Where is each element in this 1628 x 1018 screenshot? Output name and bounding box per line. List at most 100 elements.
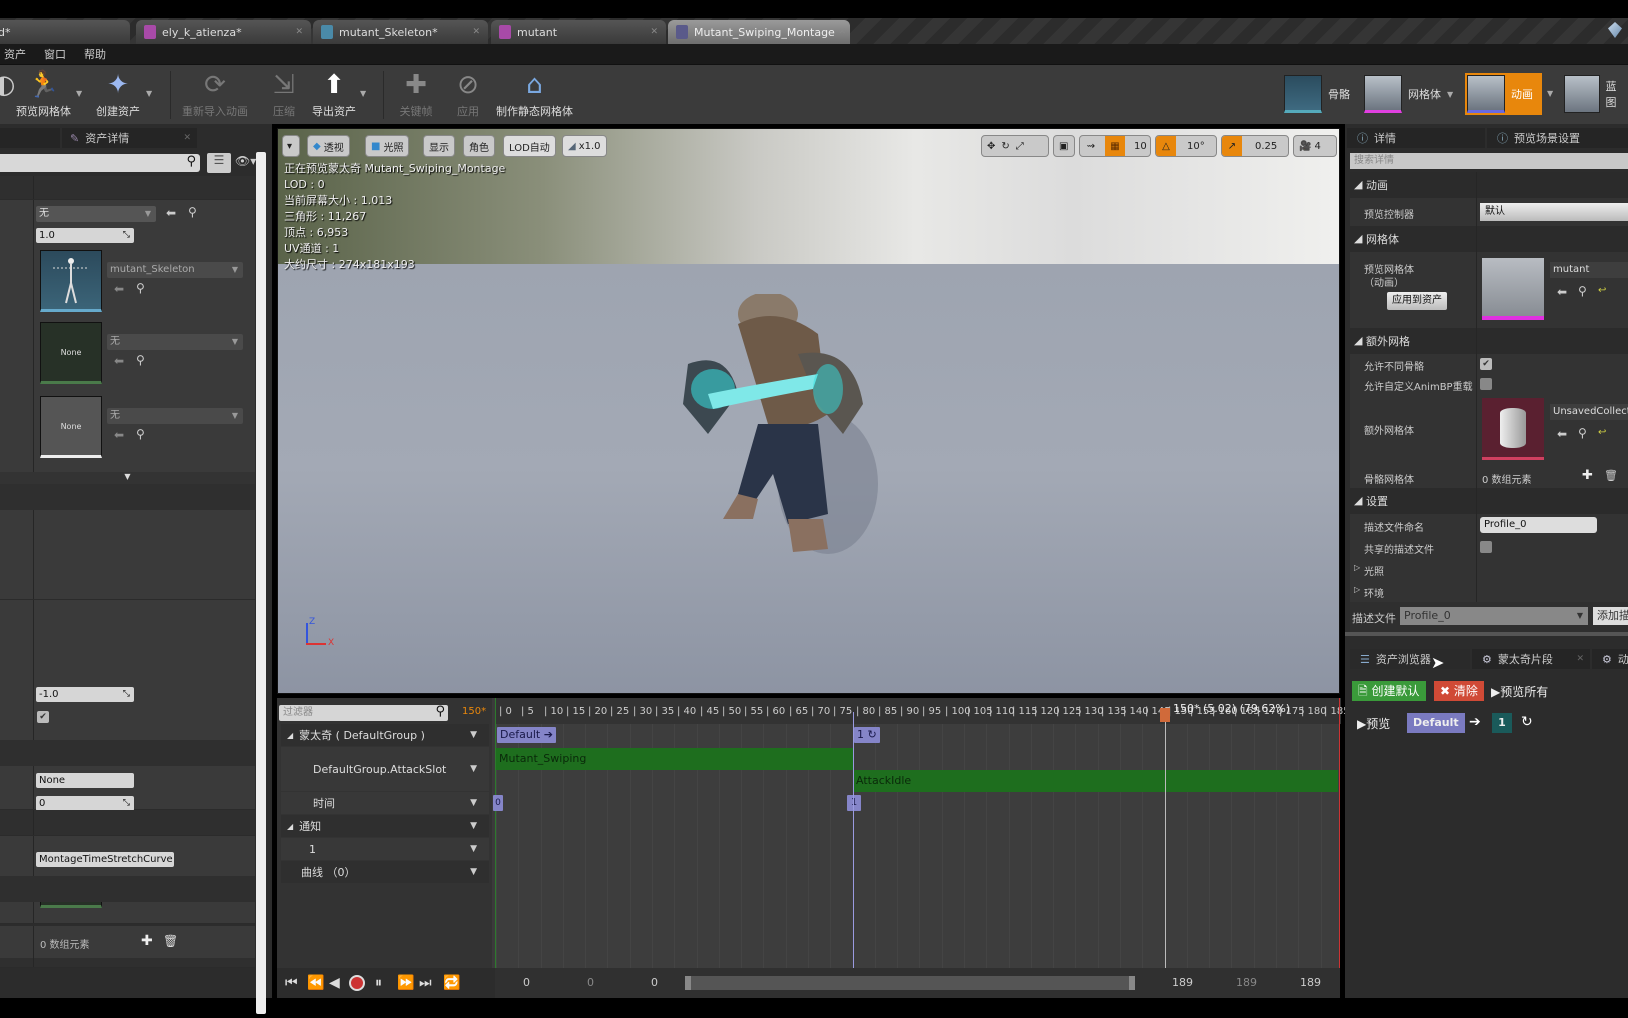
use-selected-arrow-icon[interactable]: ⬅	[1557, 427, 1567, 441]
playback-speed-button[interactable]: ◢ x1.0	[562, 135, 607, 157]
apply-to-asset-button[interactable]: 应用到资产	[1387, 292, 1447, 310]
profile-name-field[interactable]: Profile_0	[1480, 517, 1597, 533]
eye-visibility-icon[interactable]: 👁▾	[235, 154, 256, 168]
category-lighting[interactable]: ▷ 光照	[1350, 558, 1628, 580]
character-button[interactable]: 角色	[463, 135, 495, 157]
make-static-mesh-button[interactable]: ⌂ 制作静态网格体	[496, 67, 573, 119]
extra-mesh-thumbnail[interactable]	[1482, 398, 1544, 460]
rotate-icon[interactable]: ↻	[1001, 141, 1009, 152]
rotation-snap-value[interactable]: 10°	[1179, 141, 1205, 152]
chevron-down-icon[interactable]: ▼	[470, 764, 477, 774]
browse-search-icon[interactable]: ⚲	[1578, 284, 1587, 298]
track-row-slot[interactable]: DefaultGroup.AttackSlot ▼	[281, 747, 489, 791]
scale-icon[interactable]: ⤢	[1016, 141, 1024, 152]
show-button[interactable]: 显示	[423, 135, 455, 157]
view-range-slider[interactable]	[685, 976, 1135, 990]
step-back-icon[interactable]: ⏪	[307, 975, 324, 991]
coordinate-space-button[interactable]: ▣	[1053, 135, 1075, 157]
tab-asset-details[interactable]: ✎ 资产详情 ✕	[62, 128, 197, 148]
chevron-down-icon[interactable]: ▼	[76, 89, 82, 98]
view-end-value[interactable]: 189	[1236, 976, 1257, 989]
chevron-down-icon[interactable]: ▼	[146, 89, 152, 98]
details-search-input[interactable]: ⚲	[0, 154, 200, 172]
doc-tab-level[interactable]: d*	[0, 20, 130, 44]
scale-snap-icon[interactable]: ↗	[1222, 136, 1242, 156]
playhead-handle[interactable]	[1160, 708, 1170, 722]
apply-button[interactable]: ⊘ 应用	[450, 67, 486, 119]
montage-segment[interactable]: AttackIdle	[853, 770, 1338, 792]
reset-to-default-icon[interactable]: ↩	[1598, 285, 1606, 296]
chevron-down-icon[interactable]: ▼	[470, 867, 477, 877]
add-element-icon[interactable]: ✚	[141, 933, 153, 949]
preview-controller-combo[interactable]: 默认	[1480, 203, 1628, 221]
marketplace-icon[interactable]	[1608, 22, 1622, 38]
add-element-icon[interactable]: ✚	[1582, 468, 1593, 483]
skeleton-combo[interactable]: mutant_Skeleton ▼	[107, 262, 243, 278]
record-icon[interactable]	[349, 975, 365, 991]
browse-search-icon[interactable]: ⚲	[136, 353, 145, 367]
menu-help[interactable]: 帮助	[84, 46, 106, 62]
section-chip-default[interactable]: Default	[1407, 713, 1465, 733]
close-icon[interactable]: ✕	[472, 27, 480, 37]
time-marker[interactable]: 0	[493, 795, 503, 811]
none-thumbnail[interactable]: None	[40, 396, 102, 458]
use-selected-arrow-icon[interactable]: ⬅	[114, 354, 124, 368]
scale-snap-value[interactable]: 0.25	[1245, 141, 1277, 152]
create-asset-button[interactable]: ✦ 创建资产	[96, 67, 140, 119]
preview-all-button[interactable]: ▶预览所有	[1491, 683, 1548, 700]
none-thumbnail[interactable]: None	[40, 322, 102, 384]
perspective-button[interactable]: ◆ 透视	[307, 135, 350, 157]
category-environment[interactable]: ▷ 环境	[1350, 580, 1628, 602]
camera-speed-button[interactable]: 🎥 4	[1293, 135, 1337, 157]
working-end-value[interactable]: 189	[1172, 976, 1193, 989]
step-forward-icon[interactable]: ⏩	[397, 975, 414, 991]
section-chip-1[interactable]: 1	[1492, 713, 1512, 733]
use-selected-arrow-icon[interactable]: ⬅	[166, 206, 176, 220]
working-start-value[interactable]: 0	[651, 976, 658, 989]
enable-checkbox[interactable]: ✔	[37, 711, 49, 723]
mode-animation[interactable]: 动画	[1465, 73, 1542, 115]
track-filter-input[interactable]: 过滤器 ⚲	[279, 704, 448, 721]
chevron-down-icon[interactable]: ▼	[470, 821, 477, 831]
column-splitter[interactable]	[33, 200, 34, 599]
loop-icon[interactable]: ↻	[1521, 714, 1533, 730]
menu-asset[interactable]: 资产	[4, 46, 26, 62]
chevron-down-icon[interactable]: ▼	[470, 730, 477, 740]
category-extra-mesh[interactable]: ◢ 额外网格	[1350, 328, 1628, 354]
doc-tab-mutant-skeleton[interactable]: mutant_Skeleton* ✕	[313, 20, 488, 44]
trash-icon[interactable]: 🗑	[163, 934, 178, 948]
browse-search-icon[interactable]: ⚲	[136, 427, 145, 441]
doc-tab-mutant[interactable]: mutant ✕	[491, 20, 666, 44]
tab-animation-notifies[interactable]: ⚙ 动画	[1592, 649, 1628, 669]
allow-custom-animbp-checkbox[interactable]	[1480, 378, 1492, 390]
export-asset-button[interactable]: ⬆ 导出资产	[312, 67, 356, 119]
chevron-down-icon[interactable]: ▼	[470, 844, 477, 854]
browse-search-icon[interactable]: ⚲	[1578, 426, 1587, 440]
use-selected-arrow-icon[interactable]: ⬅	[1557, 285, 1567, 299]
browse-search-icon[interactable]: ⚲	[188, 205, 197, 219]
reset-to-default-icon[interactable]: ↩	[1598, 427, 1606, 438]
slot-combo[interactable]: 无 ▼	[36, 206, 156, 222]
asset-combo[interactable]: 无▼	[107, 334, 243, 350]
loop-icon[interactable]: 🔁	[443, 975, 460, 991]
trash-icon[interactable]: 🗑	[1604, 469, 1618, 482]
compress-button[interactable]: ⇲ 压缩	[266, 67, 302, 119]
key-button[interactable]: ✚ 关键帧	[398, 67, 434, 119]
property-matrix-button[interactable]: ☰	[207, 153, 231, 173]
play-reverse-icon[interactable]: ◀	[329, 975, 340, 991]
chevron-down-icon[interactable]: ▼	[470, 798, 477, 808]
category-settings[interactable]: ◢ 设置	[1350, 488, 1628, 514]
shared-profile-checkbox[interactable]	[1480, 541, 1492, 553]
mode-blueprint[interactable]: 蓝图	[1562, 73, 1628, 115]
tab-asset-browser[interactable]: ☰ 资产浏览器	[1350, 649, 1470, 669]
use-selected-arrow-icon[interactable]: ⬅	[114, 428, 124, 442]
surface-snap-icon[interactable]: ⇝	[1080, 141, 1102, 152]
close-icon[interactable]: ✕	[183, 133, 191, 143]
collapse-triangle-icon[interactable]: ◢	[287, 822, 293, 831]
playhead-line[interactable]	[1160, 708, 1170, 968]
close-icon[interactable]: ✕	[650, 27, 658, 37]
preview-viewport[interactable]: ▾ ◆ 透视 ■ 光照 显示 角色 LOD自动 ◢ x1.0 ✥ ↻ ⤢ ▣ ⇝ ▦ 10…	[277, 128, 1340, 694]
tab-montage-sections[interactable]: ⚙ 蒙太奇片段 ✕	[1472, 649, 1590, 669]
preview-mesh-thumbnail[interactable]	[1482, 258, 1544, 320]
close-icon[interactable]: ✕	[1576, 654, 1584, 664]
